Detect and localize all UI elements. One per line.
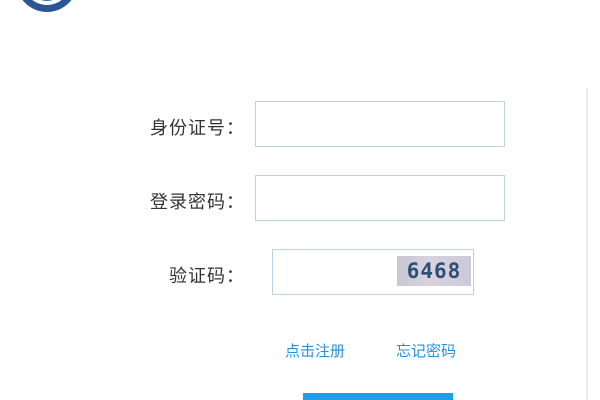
login-page: 身份证号： 登录密码： 验证码： 6468 点击注册 忘记密码	[0, 0, 600, 400]
password-input[interactable]	[255, 175, 505, 221]
id-number-input[interactable]	[255, 101, 505, 147]
register-link[interactable]: 点击注册	[285, 340, 345, 361]
password-label: 登录密码：	[150, 192, 245, 213]
forgot-password-link[interactable]: 忘记密码	[396, 340, 456, 361]
captcha-image[interactable]: 6468	[397, 256, 471, 286]
emblem-logo-icon	[22, 0, 72, 12]
id-number-label: 身份证号：	[150, 118, 245, 139]
right-divider	[586, 88, 588, 400]
captcha-label: 验证码：	[169, 266, 245, 287]
login-button[interactable]	[303, 393, 453, 400]
